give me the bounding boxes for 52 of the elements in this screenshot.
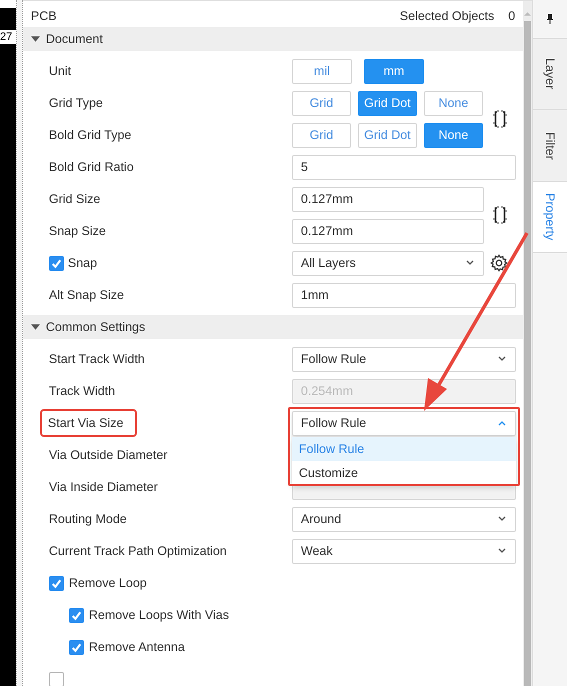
- field-label: Snap Size: [48, 223, 106, 240]
- chevron-icon: [496, 548, 507, 554]
- chevron-icon: [496, 356, 507, 362]
- checkbox-label: Remove Loop: [68, 575, 147, 592]
- side-tab[interactable]: Layer: [533, 38, 567, 109]
- checkbox[interactable]: [68, 640, 84, 654]
- chevron-icon: [464, 260, 475, 266]
- input-field[interactable]: 0.127mm: [292, 218, 484, 244]
- field-label: Bold Grid Type: [48, 127, 132, 144]
- checkbox-label: Remove Antenna: [88, 639, 185, 656]
- checkbox-label: Remove Loops With Vias: [88, 607, 230, 624]
- dropdown-select[interactable]: Weak: [292, 538, 516, 564]
- checkbox[interactable]: [48, 672, 64, 686]
- field-label: Track Width: [48, 383, 116, 400]
- field-label: Via Inside Diameter: [48, 479, 158, 496]
- checkbox[interactable]: [48, 576, 64, 590]
- checkbox[interactable]: [68, 608, 84, 622]
- field-label: Snap: [68, 255, 98, 272]
- field-label: Routing Mode: [48, 511, 127, 528]
- checkbox[interactable]: [48, 256, 64, 270]
- input-field[interactable]: 1mm: [292, 282, 516, 308]
- input-field[interactable]: 5: [292, 154, 516, 180]
- side-tab[interactable]: Property: [533, 181, 567, 253]
- field-label: Start Track Width: [48, 351, 145, 368]
- section-header[interactable]: Common Settings: [22, 315, 524, 339]
- field-label: Grid Type: [48, 95, 103, 112]
- section-header[interactable]: Document: [22, 27, 524, 51]
- dropdown-select[interactable]: Around: [292, 506, 516, 532]
- dropdown-select[interactable]: Follow Rule: [292, 410, 516, 436]
- chevron-icon: [496, 516, 507, 522]
- field-label: Bold Grid Ratio: [48, 159, 134, 176]
- field-label: Alt Snap Size: [48, 287, 124, 304]
- dropdown-option[interactable]: Customize: [292, 460, 516, 484]
- input-field[interactable]: 0.127mm: [292, 186, 484, 212]
- settings-icon[interactable]: [490, 254, 508, 272]
- collapse-triangle-icon: [30, 36, 40, 42]
- dropdown-select[interactable]: All Layers: [292, 250, 484, 276]
- collapse-triangle-icon: [30, 324, 40, 330]
- panel-title: PCB: [30, 9, 58, 23]
- side-tab[interactable]: Filter: [533, 109, 567, 181]
- field-label: Start Via Size: [42, 411, 136, 435]
- scrollbar[interactable]: [523, 0, 532, 686]
- field-label: Current Track Path Optimization: [48, 543, 227, 560]
- field-label: Grid Size: [48, 191, 100, 208]
- dropdown-select[interactable]: Follow Rule: [292, 346, 516, 372]
- selected-count: 0: [508, 9, 516, 23]
- selected-objects-label: Selected Objects: [400, 9, 494, 23]
- pin-icon[interactable]: [547, 14, 554, 24]
- ruler-label: 27: [0, 30, 14, 44]
- chevron-icon: [496, 420, 507, 426]
- field-label: Unit: [48, 63, 72, 80]
- field-label: Via Outside Diameter: [48, 447, 168, 464]
